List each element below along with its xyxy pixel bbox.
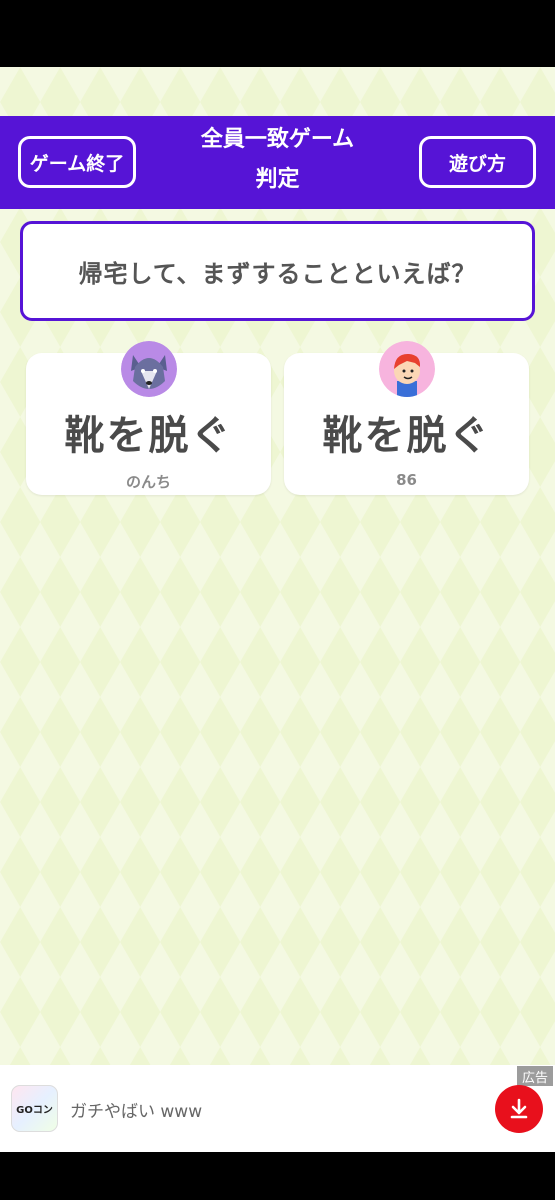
question-text: 帰宅して、まずすることといえば？ <box>78 259 477 288</box>
answer-text: 靴を脱ぐ <box>64 413 233 459</box>
header: ゲーム終了 全員一致ゲーム 判定 遊び方 <box>0 116 555 209</box>
answer-text: 靴を脱ぐ <box>322 413 491 459</box>
navigation-bar <box>0 1152 555 1200</box>
ad-banner[interactable]: 広告 GOコン ガチやばい www <box>0 1065 555 1152</box>
ad-text[interactable]: ガチやばい www <box>70 1097 202 1122</box>
player-name: のんち <box>125 473 171 491</box>
wolf-avatar-icon <box>121 341 177 397</box>
end-game-button[interactable]: ゲーム終了 <box>18 136 136 188</box>
page-title: 全員一致ゲーム 判定 <box>150 120 405 200</box>
title-line-1: 全員一致ゲーム <box>200 127 355 152</box>
ad-logo-text: GOコン <box>16 1105 53 1116</box>
download-icon[interactable] <box>495 1085 543 1133</box>
player-name: 86 <box>396 471 417 489</box>
ad-app-logo[interactable]: GOコン <box>11 1085 58 1132</box>
boy-avatar-icon <box>379 341 435 397</box>
answer-card: 靴を脱ぐ 86 <box>284 341 529 495</box>
answer-card: 靴を脱ぐ のんち <box>26 341 271 495</box>
question-card: 帰宅して、まずすることといえば？ <box>20 221 535 321</box>
title-line-2: 判定 <box>255 167 300 192</box>
app-screen: ゲーム終了 全員一致ゲーム 判定 遊び方 帰宅して、まずすることといえば？ 靴を… <box>0 67 555 1065</box>
how-to-play-button[interactable]: 遊び方 <box>419 136 536 188</box>
status-bar <box>0 0 555 67</box>
ad-label: 広告 <box>517 1066 553 1086</box>
